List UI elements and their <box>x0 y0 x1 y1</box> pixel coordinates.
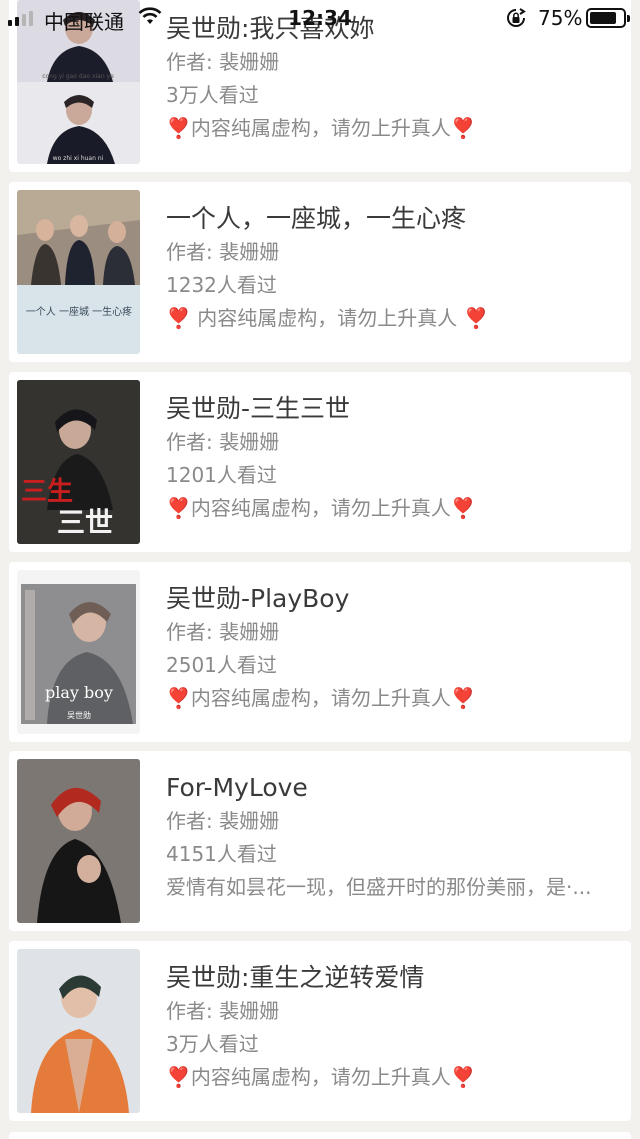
story-card[interactable]: 一个人 一座城 一生心疼 一个人，一座城，一生心疼 作者: 裴姗姗 1232人看… <box>9 182 631 362</box>
story-view-count: 3万人看过 <box>166 83 259 107</box>
story-view-count: 3万人看过 <box>166 1032 259 1056</box>
story-cover-image <box>17 949 140 1113</box>
story-title: 吴世勋-三生三世 <box>166 394 351 423</box>
story-card[interactable]: play boy 吴世勋 吴世勋-PlayBoy 作者: 裴姗姗 2501人看过… <box>9 562 631 742</box>
rotation-lock-icon <box>505 7 527 34</box>
story-author: 作者: 裴姗姗 <box>166 809 280 833</box>
story-cover-image: 三生 三世 <box>17 380 140 544</box>
story-title: 一个人，一座城，一生心疼 <box>166 204 467 233</box>
story-view-count: 1201人看过 <box>166 463 277 487</box>
story-author: 作者: 裴姗姗 <box>166 240 280 264</box>
status-bar: 中国联通 12:34 75% <box>0 0 640 36</box>
story-author: 作者: 裴姗姗 <box>166 430 280 454</box>
story-card[interactable]: 吴世勋:重生之逆转爱情 作者: 裴姗姗 3万人看过 ❣️内容纯属虚构，请勿上升真… <box>9 941 631 1121</box>
story-author: 作者: 裴姗姗 <box>166 999 280 1023</box>
story-description: ❣️ 内容纯属虚构，请勿上升真人 ❣️ <box>166 306 489 330</box>
cover-caption: 三世 <box>57 506 113 539</box>
cover-caption: 吴世勋 <box>67 710 91 720</box>
story-title: 吴世勋:重生之逆转爱情 <box>166 963 425 992</box>
story-description: 爱情有如昙花一现，但盛开时的那份美丽，是·... <box>166 875 592 899</box>
story-view-count: 1232人看过 <box>166 273 277 297</box>
story-title: For-MyLove <box>166 773 308 802</box>
cover-caption: cong yi gao dao xian ye <box>42 73 114 80</box>
story-view-count: 4151人看过 <box>166 842 277 866</box>
story-view-count: 2501人看过 <box>166 653 277 677</box>
battery-icon <box>586 8 630 28</box>
story-card-next-peek[interactable] <box>9 1132 631 1139</box>
story-description: ❣️内容纯属虚构，请勿上升真人❣️ <box>166 116 476 140</box>
story-author: 作者: 裴姗姗 <box>166 50 280 74</box>
story-title: 吴世勋-PlayBoy <box>166 584 350 613</box>
cover-caption: wo zhi xi huan ni <box>53 155 104 162</box>
cover-caption: 一个人 一座城 一生心疼 <box>26 305 132 318</box>
battery-percent: 75% <box>538 6 583 30</box>
story-card[interactable]: 三生 三世 吴世勋-三生三世 作者: 裴姗姗 1201人看过 ❣️内容纯属虚构，… <box>9 372 631 552</box>
story-author: 作者: 裴姗姗 <box>166 620 280 644</box>
cover-caption: play boy <box>45 683 113 702</box>
story-cover-image: 一个人 一座城 一生心疼 <box>17 190 140 354</box>
cover-caption: 三生 <box>21 477 73 507</box>
story-cover-image <box>17 759 140 923</box>
story-description: ❣️内容纯属虚构，请勿上升真人❣️ <box>166 686 476 710</box>
story-card[interactable]: For-MyLove 作者: 裴姗姗 4151人看过 爱情有如昙花一现，但盛开时… <box>9 751 631 931</box>
story-cover-image: play boy 吴世勋 <box>17 570 140 734</box>
story-description: ❣️内容纯属虚构，请勿上升真人❣️ <box>166 1065 476 1089</box>
story-description: ❣️内容纯属虚构，请勿上升真人❣️ <box>166 496 476 520</box>
